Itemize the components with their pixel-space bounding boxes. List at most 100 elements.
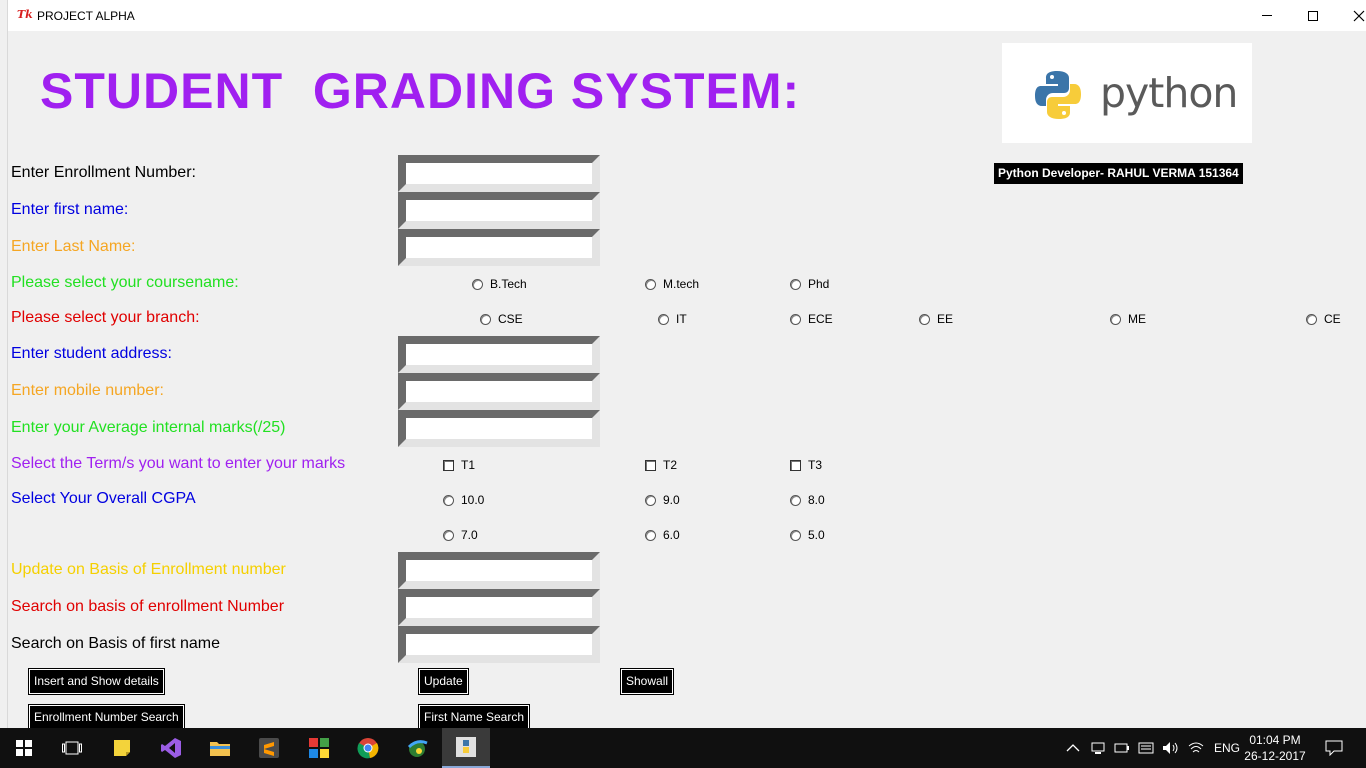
network-app-button[interactable] bbox=[393, 728, 441, 768]
task-view-icon bbox=[62, 741, 82, 755]
network-printer-icon[interactable] bbox=[1090, 741, 1106, 755]
radio-icon bbox=[658, 313, 669, 325]
battery-icon[interactable] bbox=[1114, 742, 1130, 754]
sublime-text-icon bbox=[259, 738, 279, 758]
update-enrollment-field-frame bbox=[398, 552, 600, 589]
term-checkbox-t2[interactable]: T2 bbox=[645, 458, 677, 472]
course-option-mtech[interactable]: M.tech bbox=[645, 277, 699, 291]
network-app-icon bbox=[407, 740, 428, 757]
mobile-field-frame bbox=[398, 373, 600, 410]
branch-label: Please select your branch: bbox=[11, 309, 200, 326]
sticky-notes-icon bbox=[114, 740, 130, 756]
branch-option-it[interactable]: IT bbox=[658, 312, 687, 326]
last-name-label: Enter Last Name: bbox=[11, 238, 136, 255]
sticky-notes-button[interactable] bbox=[98, 728, 146, 768]
windows-store-button[interactable] bbox=[295, 728, 343, 768]
course-option-phd[interactable]: Phd bbox=[790, 277, 829, 291]
search-enrollment-input[interactable] bbox=[406, 597, 592, 618]
file-explorer-button[interactable] bbox=[196, 728, 244, 768]
update-enrollment-input[interactable] bbox=[406, 560, 592, 581]
action-center-button[interactable] bbox=[1310, 728, 1358, 768]
radio-icon bbox=[645, 278, 656, 290]
start-button[interactable] bbox=[0, 728, 48, 768]
last-name-input[interactable] bbox=[406, 237, 592, 258]
python-idle-button[interactable] bbox=[442, 728, 490, 768]
enrollment-field-frame bbox=[398, 155, 600, 192]
radio-icon bbox=[472, 278, 483, 290]
windows-store-icon bbox=[309, 738, 329, 758]
first-name-label: Enter first name: bbox=[11, 201, 129, 218]
enrollment-input[interactable] bbox=[406, 163, 592, 184]
minimize-icon bbox=[1262, 15, 1272, 16]
first-name-input[interactable] bbox=[406, 200, 592, 221]
language-indicator[interactable]: ENG bbox=[1214, 741, 1240, 755]
close-icon bbox=[1353, 10, 1365, 21]
course-label: Please select your coursename: bbox=[11, 274, 239, 291]
radio-icon bbox=[790, 278, 801, 290]
course-option-btech[interactable]: B.Tech bbox=[472, 277, 527, 291]
clock-date: 26-12-2017 bbox=[1244, 749, 1306, 763]
sublime-text-button[interactable] bbox=[245, 728, 293, 768]
branch-option-ce[interactable]: CE bbox=[1306, 312, 1341, 326]
wifi-icon[interactable] bbox=[1188, 741, 1204, 755]
radio-icon bbox=[1306, 313, 1317, 325]
last-name-field-frame bbox=[398, 229, 600, 266]
window-left-edge bbox=[0, 0, 8, 728]
maximize-icon bbox=[1308, 10, 1318, 21]
branch-option-ece[interactable]: ECE bbox=[790, 312, 833, 326]
cgpa-option-5[interactable]: 5.0 bbox=[790, 528, 825, 542]
keyboard-icon[interactable] bbox=[1138, 741, 1154, 755]
update-button[interactable]: Update bbox=[418, 668, 469, 695]
visual-studio-button[interactable] bbox=[147, 728, 195, 768]
mobile-label: Enter mobile number: bbox=[11, 382, 164, 399]
minimize-button[interactable] bbox=[1244, 0, 1290, 31]
tk-app-icon: Tk bbox=[17, 8, 33, 21]
chevron-up-icon[interactable] bbox=[1066, 743, 1080, 753]
cgpa-option-6[interactable]: 6.0 bbox=[645, 528, 680, 542]
branch-option-cse[interactable]: CSE bbox=[480, 312, 523, 326]
radio-icon bbox=[645, 494, 656, 506]
insert-show-details-button[interactable]: Insert and Show details bbox=[28, 668, 165, 695]
address-field-frame bbox=[398, 336, 600, 373]
python-snake-icon bbox=[1035, 71, 1081, 119]
search-first-name-field-frame bbox=[398, 626, 600, 663]
address-label: Enter student address: bbox=[11, 345, 172, 362]
volume-icon[interactable] bbox=[1162, 741, 1180, 755]
clock[interactable]: 01:04 PM 26-12-2017 bbox=[1240, 732, 1310, 764]
update-enrollment-label: Update on Basis of Enrollment number bbox=[11, 561, 286, 578]
radio-icon bbox=[790, 529, 801, 541]
window-title: PROJECT ALPHA bbox=[37, 9, 135, 23]
first-name-search-button[interactable]: First Name Search bbox=[417, 704, 531, 731]
enrollment-search-button[interactable]: Enrollment Number Search bbox=[28, 704, 185, 731]
maximize-button[interactable] bbox=[1290, 0, 1336, 31]
task-view-button[interactable] bbox=[48, 728, 96, 768]
cgpa-option-8[interactable]: 8.0 bbox=[790, 493, 825, 507]
close-button[interactable] bbox=[1336, 0, 1366, 31]
checkbox-icon bbox=[645, 459, 656, 471]
search-first-name-input[interactable] bbox=[406, 634, 592, 655]
first-name-field-frame bbox=[398, 192, 600, 229]
branch-option-ee[interactable]: EE bbox=[919, 312, 953, 326]
search-enrollment-label: Search on basis of enrollment Number bbox=[11, 598, 285, 615]
branch-option-me[interactable]: ME bbox=[1110, 312, 1146, 326]
radio-icon bbox=[1110, 313, 1121, 325]
term-checkbox-t3[interactable]: T3 bbox=[790, 458, 822, 472]
title-bar: Tk PROJECT ALPHA bbox=[8, 0, 1366, 31]
internal-marks-field-frame bbox=[398, 410, 600, 447]
chrome-icon bbox=[357, 738, 379, 759]
enrollment-label: Enter Enrollment Number: bbox=[11, 164, 196, 181]
cgpa-label: Select Your Overall CGPA bbox=[11, 490, 196, 507]
showall-button[interactable]: Showall bbox=[619, 668, 675, 695]
address-input[interactable] bbox=[406, 344, 592, 365]
visual-studio-icon bbox=[161, 738, 181, 758]
python-idle-icon bbox=[456, 737, 476, 757]
cgpa-option-9[interactable]: 9.0 bbox=[645, 493, 680, 507]
radio-icon bbox=[480, 313, 491, 325]
term-checkbox-t1[interactable]: T1 bbox=[443, 458, 475, 472]
internal-marks-input[interactable] bbox=[406, 418, 592, 439]
terms-label: Select the Term/s you want to enter your… bbox=[11, 455, 346, 472]
cgpa-option-7[interactable]: 7.0 bbox=[443, 528, 478, 542]
chrome-button[interactable] bbox=[344, 728, 392, 768]
mobile-input[interactable] bbox=[406, 381, 592, 402]
cgpa-option-10[interactable]: 10.0 bbox=[443, 493, 484, 507]
